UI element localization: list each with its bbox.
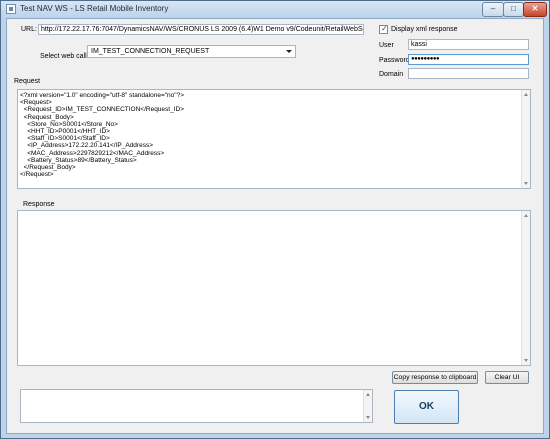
webcall-label: Select web call [40,53,87,60]
request-line: </Request> [20,171,54,179]
request-line: <Staff_ID>S0001</Staff_ID> [20,135,110,143]
webcall-dropdown[interactable]: IM_TEST_CONNECTION_REQUEST [87,45,296,58]
scroll-up-icon[interactable] [524,93,528,96]
password-field[interactable]: ●●●●●●●●● [408,54,529,65]
url-label: URL: [21,26,37,33]
maximize-button[interactable]: □ [503,2,524,17]
request-line: <Request_Body> [20,113,74,121]
close-button[interactable]: ✕ [523,2,547,17]
clear-ui-button[interactable]: Clear UI [485,371,529,384]
request-textarea[interactable]: <?xml version="1.0" encoding="utf-8" sta… [17,89,531,189]
request-line: <Request> [20,99,52,107]
display-xml-checkbox[interactable]: ✓ [379,24,388,34]
request-xml: <?xml version="1.0" encoding="utf-8" sta… [20,92,184,178]
request-line: </Request_Body> [20,164,76,172]
copy-response-button[interactable]: Copy response to clipboard [392,371,478,384]
minimize-button[interactable]: – [482,2,504,17]
scroll-down-icon[interactable] [366,416,370,419]
request-line: <?xml version="1.0" encoding="utf-8" sta… [20,92,184,99]
log-textarea[interactable] [20,389,373,423]
user-field[interactable]: kassi [408,39,529,50]
request-line: <IP_Address>172.22.20.141</IP_Address> [20,142,153,150]
request-label: Request [14,78,41,85]
scroll-up-icon[interactable] [524,214,528,217]
request-line: <HHT_ID>P0001</HHT_ID> [20,128,110,136]
scroll-down-icon[interactable] [524,359,528,362]
request-line: <MAC_Address>2297829212</MAC_Address> [20,149,165,157]
url-field[interactable]: http://172.22.17.76:7047/DynamicsNAV/WS/… [38,24,364,35]
scroll-down-icon[interactable] [524,182,528,185]
display-xml-label: Display xml response [391,26,458,33]
request-scrollbar[interactable] [521,90,530,188]
webcall-selected: IM_TEST_CONNECTION_REQUEST [91,48,210,55]
ok-button[interactable]: OK [394,390,459,424]
checkmark-icon: ✓ [381,24,388,33]
domain-field[interactable] [408,68,529,79]
request-line: <Request_ID>IM_TEST_CONNECTION</Request_… [20,106,185,114]
app-icon [6,4,16,14]
request-line: <Store_No>S0001</Store_No> [20,120,118,128]
response-textarea[interactable] [17,210,531,366]
response-label: Response [23,201,55,208]
response-scrollbar[interactable] [521,211,530,365]
main-window: Test NAV WS - LS Retail Mobile Inventory… [0,0,550,439]
chevron-down-icon [286,50,292,53]
title-bar[interactable]: Test NAV WS - LS Retail Mobile Inventory… [1,1,549,18]
form-body: URL: http://172.22.17.76:7047/DynamicsNA… [6,18,544,434]
user-label: User [379,42,394,49]
window-title: Test NAV WS - LS Retail Mobile Inventory [20,4,169,13]
domain-label: Domain [379,71,404,78]
request-line: <Battery_Status>89</Battery_Status> [20,156,137,164]
log-scrollbar[interactable] [363,390,372,422]
scroll-up-icon[interactable] [366,393,370,396]
password-label: Password [379,57,410,64]
